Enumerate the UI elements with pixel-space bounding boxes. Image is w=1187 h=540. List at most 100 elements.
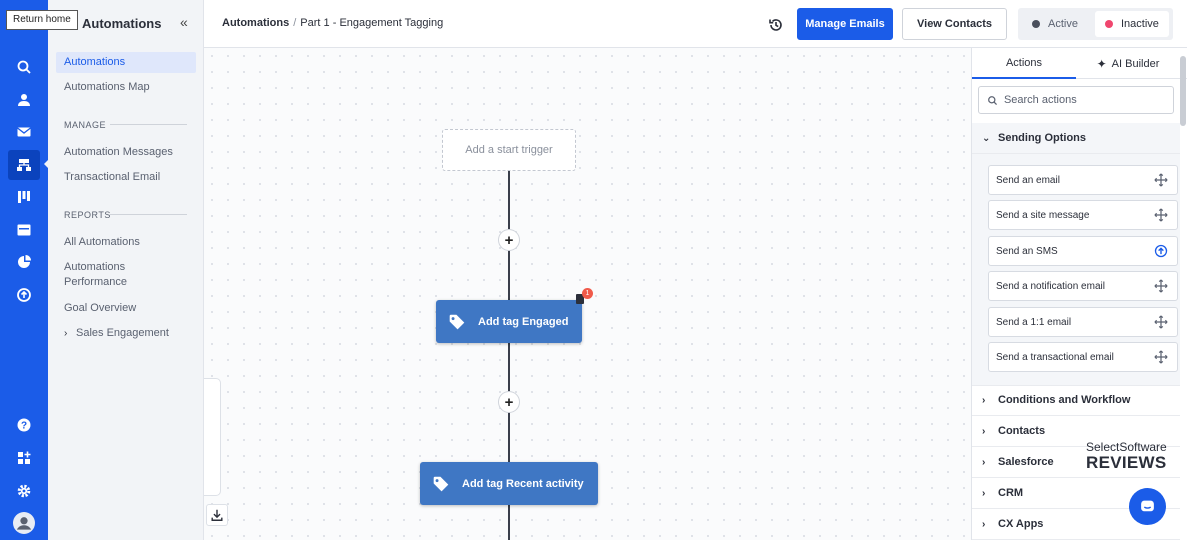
action-send-1-1-email[interactable]: Send a 1:1 email <box>988 307 1178 337</box>
breadcrumb-root[interactable]: Automations <box>222 17 289 29</box>
settings-icon[interactable] <box>8 476 40 506</box>
global-nav-rail: ? <box>0 0 48 540</box>
search-actions-field[interactable] <box>978 86 1174 114</box>
move-icon[interactable] <box>1154 173 1168 187</box>
watermark-logo: SelectSoftware REVIEWS <box>1086 441 1167 472</box>
group-label: Contacts <box>998 425 1046 437</box>
action-send-sms[interactable]: Send an SMS <box>988 236 1178 266</box>
upgrade-icon[interactable] <box>1154 244 1168 258</box>
active-label: Active <box>1048 18 1078 30</box>
subnav-item-goal-overview[interactable]: Goal Overview <box>56 301 196 316</box>
subnav-item-sales-engagement[interactable]: › Sales Engagement <box>56 326 196 341</box>
svg-text:?: ? <box>21 421 27 432</box>
subnav-item-transactional-email[interactable]: Transactional Email <box>56 170 196 185</box>
group-sending-options[interactable]: ⌄ Sending Options <box>972 123 1180 154</box>
group-conditions-workflow[interactable]: › Conditions and Workflow <box>972 385 1180 416</box>
search-actions-input[interactable] <box>1003 94 1173 106</box>
tag-icon <box>433 476 449 491</box>
inactive-dot-icon <box>1105 20 1113 28</box>
breadcrumb-separator: / <box>293 17 297 29</box>
reports-icon[interactable] <box>8 247 40 277</box>
sparkle-icon: ✦ <box>1096 56 1107 71</box>
subnav-item-automations[interactable]: Automations <box>56 52 196 73</box>
top-bar: Automations / Part 1 - Engagement Tagging … <box>204 0 1187 48</box>
inactive-option[interactable]: Inactive <box>1095 11 1169 37</box>
workflow-canvas[interactable]: Add a start trigger + Add tag Engaged 1 … <box>204 48 971 540</box>
status-toggle: Active Inactive <box>1018 8 1173 40</box>
chevron-right-icon: › <box>982 518 986 530</box>
start-trigger-placeholder[interactable]: Add a start trigger <box>442 129 576 171</box>
chat-button[interactable] <box>1129 488 1166 525</box>
divider <box>110 214 187 215</box>
chevron-right-icon: › <box>982 487 986 499</box>
manage-emails-button[interactable]: Manage Emails <box>797 8 893 40</box>
deals-icon[interactable] <box>8 182 40 212</box>
chevron-down-icon: ⌄ <box>982 132 991 144</box>
node-label: Add tag Recent activity <box>462 477 584 490</box>
canvas-side-panel[interactable] <box>204 378 221 496</box>
group-label: Salesforce <box>998 456 1054 468</box>
history-icon[interactable] <box>768 17 784 33</box>
divider <box>110 124 187 125</box>
group-label: Sending Options <box>998 132 1086 144</box>
reports-section-label: REPORTS <box>64 210 111 220</box>
view-contacts-button[interactable]: View Contacts <box>902 8 1007 40</box>
add-apps-icon[interactable] <box>8 443 40 473</box>
move-icon[interactable] <box>1154 208 1168 222</box>
chevron-right-icon: › <box>982 456 986 468</box>
node-add-tag-recent-activity[interactable]: Add tag Recent activity <box>420 462 598 505</box>
action-send-email[interactable]: Send an email <box>988 165 1178 195</box>
group-label: Conditions and Workflow <box>998 394 1131 406</box>
node-label: Add tag Engaged <box>478 315 569 328</box>
subnav-item-label: Automations <box>64 261 126 273</box>
action-label: Send a notification email <box>996 280 1105 292</box>
group-label: CRM <box>998 487 1024 499</box>
note-badge[interactable]: 1 <box>576 288 593 305</box>
action-send-notification-email[interactable]: Send a notification email <box>988 271 1178 301</box>
automations-icon[interactable] <box>8 150 40 180</box>
contacts-icon[interactable] <box>8 85 40 115</box>
automations-subnav: Automations « Automations Automations Ma… <box>48 0 204 540</box>
breadcrumb: Automations / Part 1 - Engagement Tagging <box>222 17 443 29</box>
subnav-item-label: Sales Engagement <box>76 327 169 339</box>
add-step-button[interactable]: + <box>499 230 519 250</box>
action-send-site-message[interactable]: Send a site message <box>988 200 1178 230</box>
subnav-item-automation-messages[interactable]: Automation Messages <box>56 145 196 160</box>
campaigns-icon[interactable] <box>8 117 40 147</box>
chevron-right-icon: › <box>64 328 68 339</box>
apps-icon[interactable] <box>8 280 40 310</box>
subnav-item-automations-performance[interactable]: Automations Performance <box>56 260 196 290</box>
panel-scrollbar[interactable] <box>1180 56 1186 126</box>
action-label: Send an email <box>996 174 1060 186</box>
breadcrumb-part: Part 1 - <box>300 17 337 29</box>
manage-section-label: MANAGE <box>64 120 107 130</box>
breadcrumb-current: Engagement Tagging <box>339 17 444 29</box>
active-dot-icon <box>1032 20 1040 28</box>
active-option[interactable]: Active <box>1032 11 1078 37</box>
chat-icon <box>1141 500 1154 512</box>
tab-label: AI Builder <box>1111 57 1160 70</box>
subnav-item-automations-map[interactable]: Automations Map <box>56 80 196 95</box>
collapse-icon[interactable]: « <box>180 14 188 30</box>
move-icon[interactable] <box>1154 350 1168 364</box>
search-icon[interactable] <box>8 52 40 82</box>
note-count: 1 <box>582 288 593 299</box>
website-icon[interactable] <box>8 215 40 245</box>
action-label: Send an SMS <box>996 245 1058 257</box>
return-home-tooltip: Return home <box>6 10 78 30</box>
chevron-right-icon: › <box>982 394 986 406</box>
move-icon[interactable] <box>1154 315 1168 329</box>
user-avatar-icon[interactable] <box>8 508 40 538</box>
tab-actions[interactable]: Actions <box>972 48 1076 79</box>
action-send-transactional-email[interactable]: Send a transactional email <box>988 342 1178 372</box>
node-add-tag-engaged[interactable]: Add tag Engaged <box>436 300 582 343</box>
move-icon[interactable] <box>1154 279 1168 293</box>
help-icon[interactable]: ? <box>8 410 40 440</box>
subnav-item-all-automations[interactable]: All Automations <box>56 235 196 250</box>
tab-ai-builder[interactable]: ✦ AI Builder <box>1076 48 1180 79</box>
download-icon[interactable] <box>206 504 228 526</box>
action-label: Send a site message <box>996 209 1090 221</box>
add-step-button[interactable]: + <box>499 392 519 412</box>
search-icon <box>988 95 998 105</box>
sending-options-list: Send an email Send a site message Send a… <box>972 154 1180 386</box>
